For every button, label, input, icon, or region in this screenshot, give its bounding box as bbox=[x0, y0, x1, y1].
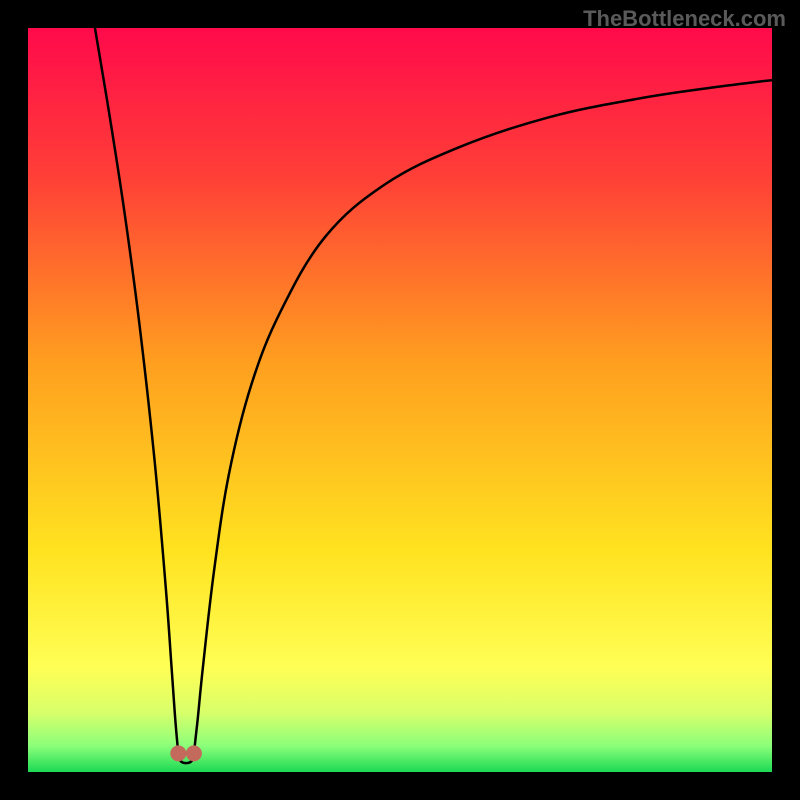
gradient-background bbox=[28, 28, 772, 772]
bottleneck-curve-chart bbox=[28, 28, 772, 772]
valley-marker-right bbox=[186, 745, 202, 761]
plot-area bbox=[28, 28, 772, 772]
valley-marker-left bbox=[170, 745, 186, 761]
chart-container: TheBottleneck.com bbox=[0, 0, 800, 800]
